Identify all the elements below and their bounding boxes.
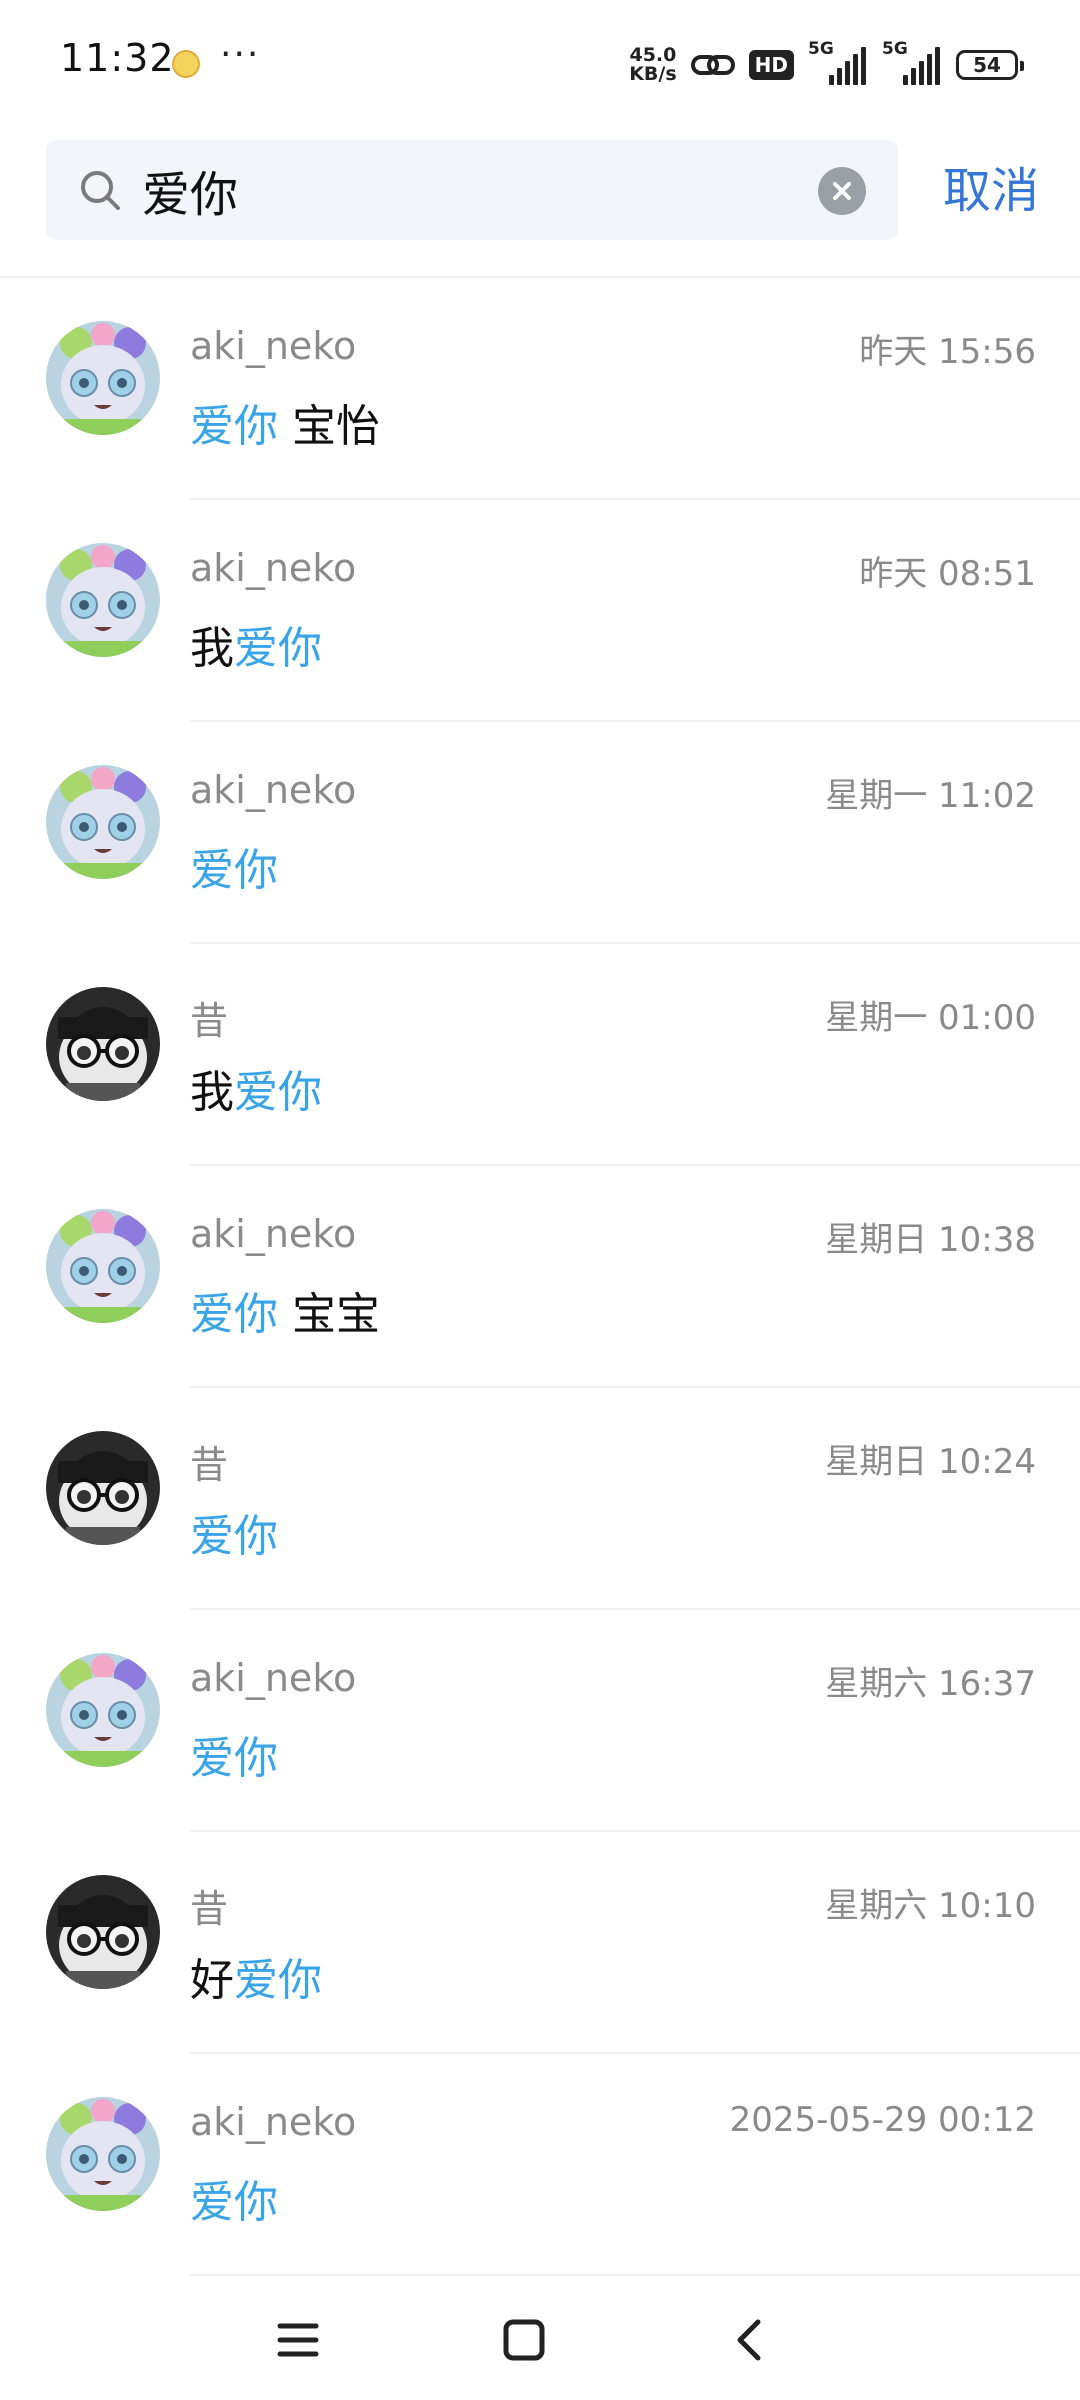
home-button[interactable] [488, 2304, 560, 2376]
cancel-button[interactable]: 取消 [936, 156, 1046, 226]
link-icon [690, 55, 735, 75]
notification-app-icon [172, 50, 200, 78]
sender-name: aki_neko [190, 324, 357, 368]
sender-name: aki_neko [190, 1212, 357, 1256]
back-button[interactable] [714, 2304, 786, 2376]
search-bar[interactable] [46, 140, 898, 240]
search-result-item[interactable]: aki_neko 星期六 16:37 爱你 [0, 1610, 1080, 1832]
message-text: 爱你 [190, 2166, 278, 2230]
search-result-item[interactable]: 昔 星期六 10:10 好爱你 [0, 1832, 1080, 2054]
search-match-highlight: 爱你 [190, 1289, 278, 1340]
message-text: 爱你 [190, 1500, 278, 1564]
home-icon [503, 2319, 545, 2361]
message-timestamp: 星期六 10:10 [825, 1886, 1036, 1926]
aki_neko-avatar [46, 1209, 160, 1323]
aki_neko-avatar [46, 321, 160, 435]
aki_neko-avatar [46, 1653, 160, 1767]
more-notifications-icon: ··· [220, 34, 261, 75]
message-text: 爱你 宝怡 [190, 390, 380, 454]
sender-name: aki_neko [190, 1656, 357, 1700]
search-match-highlight: 爱你 [190, 845, 278, 896]
message-timestamp: 2025-05-29 00:12 [729, 2100, 1036, 2140]
aki_neko-avatar [46, 2097, 160, 2211]
signal-icon: 5G [808, 39, 868, 85]
avatar[interactable] [46, 1431, 160, 1545]
message-text: 爱你 宝宝 [190, 1278, 380, 1342]
sender-name: aki_neko [190, 546, 357, 590]
clear-search-button[interactable] [818, 167, 866, 215]
status-bar: 11:32 ··· 45.0 KB/s HD 5G 5G 54 [0, 0, 1080, 128]
avatar[interactable] [46, 2097, 160, 2211]
search-results-list: aki_neko 昨天 15:56 爱你 宝怡 aki_neko 昨天 08:5… [0, 278, 1080, 2276]
message-text-suffix: 宝怡 [278, 401, 380, 452]
search-match-highlight: 爱你 [234, 1067, 322, 1118]
search-match-highlight: 爱你 [190, 2177, 278, 2228]
search-match-highlight: 爱你 [190, 1511, 278, 1562]
message-text-prefix: 我 [190, 1067, 234, 1118]
sender-name: 昔 [190, 1443, 229, 1487]
search-result-item[interactable]: aki_neko 昨天 08:51 我爱你 [0, 500, 1080, 722]
message-timestamp: 星期一 01:00 [825, 998, 1036, 1038]
message-text: 好爱你 [190, 1944, 322, 2008]
search-match-highlight: 爱你 [234, 623, 322, 674]
status-indicators: 45.0 KB/s HD 5G 5G 54 [629, 39, 1024, 90]
search-match-highlight: 爱你 [234, 1955, 322, 2006]
message-text: 爱你 [190, 834, 278, 898]
message-timestamp: 星期日 10:38 [825, 1220, 1036, 1260]
xi-avatar [46, 1875, 160, 1989]
network-type-label: 5G [808, 39, 834, 59]
message-text: 爱你 [190, 1722, 278, 1786]
message-text: 我爱你 [190, 612, 322, 676]
search-result-item[interactable]: aki_neko 2025-05-29 00:12 爱你 [0, 2054, 1080, 2276]
message-timestamp: 星期六 16:37 [825, 1664, 1036, 1704]
back-icon [737, 2319, 761, 2361]
search-icon [81, 171, 120, 210]
menu-button[interactable] [262, 2304, 334, 2376]
sender-name: 昔 [190, 999, 229, 1043]
status-time: 11:32 [60, 36, 175, 80]
avatar[interactable] [46, 321, 160, 435]
aki_neko-avatar [46, 765, 160, 879]
message-timestamp: 昨天 08:51 [859, 554, 1036, 594]
network-type-label-2: 5G [882, 39, 908, 59]
message-timestamp: 星期日 10:24 [825, 1442, 1036, 1482]
hd-voice-badge: HD [748, 50, 794, 80]
message-timestamp: 昨天 15:56 [859, 332, 1036, 372]
search-result-item[interactable]: 昔 星期一 01:00 我爱你 [0, 944, 1080, 1166]
message-timestamp: 星期一 11:02 [825, 776, 1036, 816]
battery-level: 54 [973, 53, 1001, 77]
avatar[interactable] [46, 543, 160, 657]
search-match-highlight: 爱你 [190, 401, 278, 452]
avatar[interactable] [46, 1209, 160, 1323]
avatar[interactable] [46, 1653, 160, 1767]
xi-avatar [46, 987, 160, 1101]
network-speed-unit: KB/s [629, 63, 677, 85]
avatar[interactable] [46, 1875, 160, 1989]
menu-icon [277, 2323, 319, 2357]
sender-name: 昔 [190, 1887, 229, 1931]
battery-icon: 54 [956, 50, 1024, 80]
search-input[interactable] [142, 154, 822, 226]
signal-icon-2: 5G [882, 39, 942, 85]
avatar[interactable] [46, 987, 160, 1101]
search-result-item[interactable]: aki_neko 星期一 11:02 爱你 [0, 722, 1080, 944]
network-speed: 45.0 KB/s [629, 46, 676, 84]
search-result-item[interactable]: aki_neko 星期日 10:38 爱你 宝宝 [0, 1166, 1080, 1388]
search-result-item[interactable]: aki_neko 昨天 15:56 爱你 宝怡 [0, 278, 1080, 500]
message-text-prefix: 我 [190, 623, 234, 674]
aki_neko-avatar [46, 543, 160, 657]
close-icon [833, 182, 851, 200]
search-result-item[interactable]: 昔 星期日 10:24 爱你 [0, 1388, 1080, 1610]
search-match-highlight: 爱你 [190, 1733, 278, 1784]
xi-avatar [46, 1431, 160, 1545]
row-divider [190, 2274, 1080, 2276]
message-text-prefix: 好 [190, 1955, 234, 2006]
message-text: 我爱你 [190, 1056, 322, 1120]
avatar[interactable] [46, 765, 160, 879]
navigation-bar [0, 2280, 1080, 2400]
sender-name: aki_neko [190, 2100, 357, 2144]
sender-name: aki_neko [190, 768, 357, 812]
message-text-suffix: 宝宝 [278, 1289, 380, 1340]
